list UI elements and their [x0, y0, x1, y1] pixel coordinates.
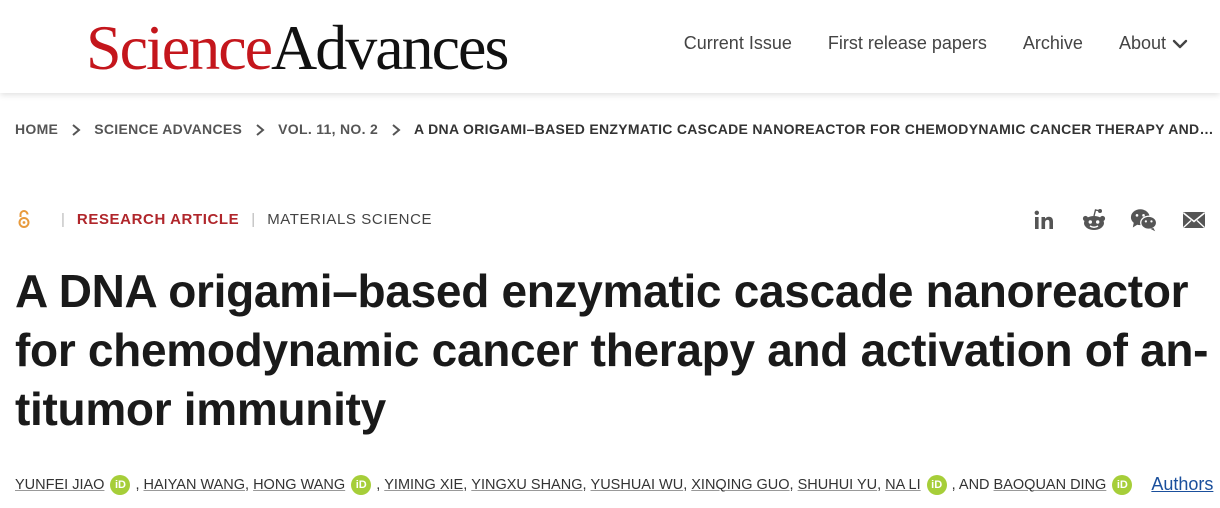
breadcrumb-current-article: A DNA ORIGAMI–BASED ENZYMATIC CASCADE NA…: [414, 121, 1214, 137]
chevron-down-icon: [1172, 39, 1188, 48]
science-advances-logo[interactable]: ScienceAdvances: [86, 12, 509, 83]
author-link[interactable]: YUSHUAI WU: [591, 477, 684, 493]
orcid-icon[interactable]: iD: [351, 474, 372, 495]
article-title: A DNA origami–based enzymatic cascade na…: [15, 262, 1215, 439]
nav-about[interactable]: About: [1119, 33, 1188, 54]
site-header: ScienceAdvances Current Issue First rele…: [0, 0, 1220, 93]
nav-current-issue[interactable]: Current Issue: [684, 33, 792, 54]
comma: ,: [789, 476, 798, 493]
and-text: , AND: [951, 476, 990, 493]
comma: ,: [135, 476, 144, 493]
logo-advances-word: Advances: [271, 12, 509, 83]
author-link[interactable]: XINQING GUO: [691, 477, 789, 493]
author-link[interactable]: SHUHUI YU: [798, 477, 878, 493]
author-list: YUNFEI JIAO iD , HAIYAN WANG , HONG WANG…: [15, 474, 1215, 495]
reddit-icon[interactable]: [1080, 206, 1108, 234]
nav-first-release-papers[interactable]: First release papers: [828, 33, 987, 54]
author-link[interactable]: YUNFEI JIAO: [15, 477, 104, 493]
article-title-line-2: for chemodynamic cancer therapy and acti…: [15, 324, 1209, 376]
nav-about-label: About: [1118, 33, 1166, 53]
orcid-icon[interactable]: iD: [110, 474, 131, 495]
open-access-icon: [18, 210, 30, 228]
authors-info-link[interactable]: Authors: [1151, 474, 1213, 495]
author-link[interactable]: YIMING XIE: [384, 477, 463, 493]
comma: ,: [376, 476, 385, 493]
logo-science-word: Science: [86, 12, 273, 83]
comma: ,: [245, 476, 254, 493]
article-meta: | RESEARCH ARTICLE | MATERIALS SCIENCE: [17, 209, 432, 229]
breadcrumb: HOME SCIENCE ADVANCES VOL. 11, NO. 2 A D…: [15, 121, 1214, 137]
author-link[interactable]: HONG WANG: [253, 477, 345, 493]
email-icon[interactable]: [1180, 206, 1208, 234]
article-type-label[interactable]: RESEARCH ARTICLE: [77, 211, 239, 228]
chevron-right-icon: [58, 121, 94, 137]
comma: ,: [683, 476, 692, 493]
nav-archive[interactable]: Archive: [1023, 33, 1083, 54]
divider: |: [61, 210, 65, 228]
chevron-right-icon: [242, 121, 278, 137]
author-link[interactable]: YINGXU SHANG: [471, 477, 582, 493]
breadcrumb-issue[interactable]: VOL. 11, NO. 2: [278, 121, 378, 137]
comma: ,: [463, 476, 472, 493]
divider: |: [251, 210, 256, 228]
linkedin-icon[interactable]: [1030, 206, 1058, 234]
share-tools: [1030, 206, 1208, 234]
comma: ,: [582, 476, 591, 493]
article-title-line-3: titumor immunity: [15, 383, 386, 435]
orcid-icon[interactable]: iD: [926, 474, 947, 495]
author-link[interactable]: NA LI: [885, 477, 920, 493]
breadcrumb-home[interactable]: HOME: [15, 121, 58, 137]
author-link[interactable]: HAIYAN WANG: [144, 477, 246, 493]
subject-label[interactable]: MATERIALS SCIENCE: [267, 211, 432, 228]
wechat-icon[interactable]: [1130, 206, 1158, 234]
main-nav: Current Issue First release papers Archi…: [684, 33, 1188, 54]
chevron-right-icon: [378, 121, 414, 137]
article-title-line-1: A DNA origami–based enzymatic cascade na…: [15, 265, 1189, 317]
author-link[interactable]: BAOQUAN DING: [994, 477, 1107, 493]
breadcrumb-journal[interactable]: SCIENCE ADVANCES: [94, 121, 242, 137]
comma: ,: [877, 476, 886, 493]
orcid-icon[interactable]: iD: [1112, 474, 1133, 495]
